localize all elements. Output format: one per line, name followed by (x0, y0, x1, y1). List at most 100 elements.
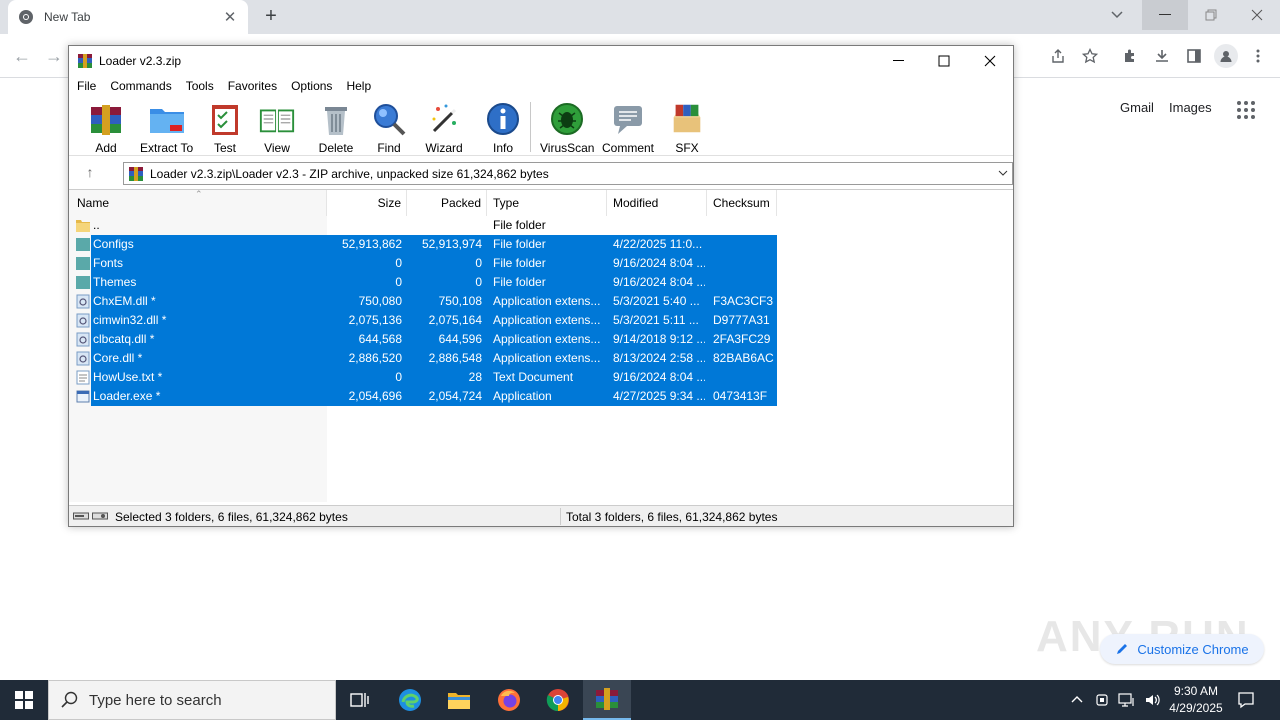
info-icon (484, 100, 522, 138)
cell-size: 644,568 (358, 332, 402, 346)
delete-button[interactable]: Delete (317, 100, 355, 155)
dll-file-icon (76, 313, 90, 328)
profile-avatar-icon[interactable] (1214, 44, 1238, 68)
cell-name: HowUse.txt * (93, 370, 163, 384)
file-row[interactable]: Configs 52,913,862 52,913,974 File folder 4/… (69, 235, 777, 254)
cell-checksum (713, 273, 775, 292)
column-header-size[interactable]: Size (327, 190, 407, 216)
cell-packed: 750,108 (438, 294, 482, 308)
virusscan-button[interactable]: VirusScan (540, 100, 594, 155)
exe-file-icon (76, 389, 90, 404)
find-button[interactable]: Find (370, 100, 408, 155)
menu-tools[interactable]: Tools (186, 79, 214, 93)
cell-name: Core.dll * (93, 351, 143, 365)
add-button[interactable]: Add (87, 100, 125, 155)
status-divider (560, 508, 561, 525)
column-header-packed[interactable]: Packed (407, 190, 487, 216)
file-row[interactable]: Core.dll * 2,886,520 2,886,548 Application … (69, 349, 777, 368)
path-field[interactable]: Loader v2.3.zip\Loader v2.3 - ZIP archiv… (123, 162, 1013, 185)
taskbar-search[interactable]: Type here to search (48, 680, 336, 720)
file-row[interactable]: clbcatq.dll * 644,568 644,596 Application e… (69, 330, 777, 349)
network-icon[interactable] (1118, 692, 1136, 708)
window-titlebar[interactable]: Loader v2.3.zip (69, 46, 1013, 76)
window-close-button[interactable] (967, 46, 1013, 76)
column-header-modified[interactable]: Modified (607, 190, 707, 216)
trash-icon (317, 100, 355, 138)
winrar-window: Loader v2.3.zip File Commands Tools Favo… (68, 45, 1014, 527)
images-link[interactable]: Images (1169, 100, 1212, 115)
firefox-taskbar-button[interactable] (485, 680, 533, 720)
cell-type: Application extens... (493, 332, 601, 346)
menu-options[interactable]: Options (291, 79, 332, 93)
path-dropdown-icon[interactable] (994, 168, 1012, 179)
status-bar: Selected 3 folders, 6 files, 61,324,862 … (69, 505, 1013, 526)
gmail-link[interactable]: Gmail (1120, 100, 1154, 115)
menu-favorites[interactable]: Favorites (228, 79, 277, 93)
comment-icon (609, 100, 647, 138)
browser-close-button[interactable] (1234, 0, 1280, 30)
edge-taskbar-button[interactable] (386, 680, 434, 720)
menu-file[interactable]: File (77, 79, 96, 93)
tab-search-icon[interactable] (1110, 7, 1128, 25)
search-placeholder: Type here to search (89, 691, 222, 709)
google-apps-icon[interactable] (1237, 101, 1255, 119)
file-explorer-taskbar-button[interactable] (435, 680, 483, 720)
sfx-button[interactable]: SFX (668, 100, 706, 155)
folder-icon (76, 218, 90, 233)
extensions-icon[interactable] (1118, 44, 1142, 68)
tray-overflow-icon[interactable] (1070, 693, 1084, 707)
cell-modified: 5/3/2021 5:40 ... (613, 294, 700, 308)
menu-help[interactable]: Help (346, 79, 371, 93)
window-minimize-button[interactable] (876, 46, 922, 76)
download-icon[interactable] (1150, 44, 1174, 68)
start-button[interactable] (0, 680, 48, 720)
file-row[interactable]: ChxEM.dll * 750,080 750,108 Application ext… (69, 292, 777, 311)
cell-type: Application extens... (493, 351, 601, 365)
browser-minimize-button[interactable] (1142, 0, 1188, 30)
new-tab-button[interactable]: + (260, 6, 282, 28)
cell-name: Fonts (93, 256, 124, 270)
file-row[interactable]: Themes 0 0 File folder 9/16/2024 8:04 ... (69, 273, 777, 292)
column-header-checksum[interactable]: Checksum (707, 190, 777, 216)
back-arrow-icon[interactable]: ← (10, 44, 34, 68)
up-folder-icon[interactable]: ↑ (81, 164, 99, 182)
comment-button[interactable]: Comment (602, 100, 654, 155)
file-row[interactable]: cimwin32.dll * 2,075,136 2,075,164 Applicat… (69, 311, 777, 330)
tab-close-icon[interactable]: ✕ (222, 8, 238, 26)
volume-icon[interactable] (1144, 692, 1162, 708)
file-list: Name ⌃ Size Packed Type Modified Checksu… (69, 189, 1013, 502)
system-tray (1070, 680, 1162, 720)
cell-checksum (713, 235, 775, 254)
tray-device-icon[interactable] (1094, 692, 1110, 708)
more-menu-icon[interactable] (1246, 44, 1270, 68)
test-button[interactable]: Test (206, 100, 244, 155)
key-drive-icon[interactable] (92, 511, 108, 521)
file-row[interactable]: Loader.exe * 2,054,696 2,054,724 Applicatio… (69, 387, 777, 406)
menu-commands[interactable]: Commands (110, 79, 171, 93)
file-row[interactable]: Fonts 0 0 File folder 9/16/2024 8:04 ... (69, 254, 777, 273)
column-header-type[interactable]: Type (487, 190, 607, 216)
menu-bar: File Commands Tools Favorites Options He… (69, 76, 385, 96)
file-row[interactable]: HowUse.txt * 0 28 Text Document 9/16/2024 8:… (69, 368, 777, 387)
chrome-taskbar-button[interactable] (534, 680, 582, 720)
forward-arrow-icon[interactable]: → (42, 44, 66, 68)
extract-to-button[interactable]: Extract To (140, 100, 193, 155)
winrar-taskbar-button[interactable] (583, 680, 631, 720)
bookmark-star-icon[interactable] (1078, 44, 1102, 68)
browser-restore-button[interactable] (1188, 0, 1234, 30)
window-maximize-button[interactable] (921, 46, 967, 76)
column-header-name[interactable]: Name ⌃ (69, 189, 327, 216)
taskbar-clock[interactable]: 9:30 AM 4/29/2025 (1164, 683, 1228, 717)
task-view-button[interactable] (336, 680, 384, 720)
side-panel-icon[interactable] (1182, 44, 1206, 68)
notification-icon[interactable] (1236, 690, 1256, 710)
info-button[interactable]: Info (484, 100, 522, 155)
share-icon[interactable] (1046, 44, 1070, 68)
browser-tab[interactable]: New Tab ✕ (8, 0, 248, 34)
cell-modified: 9/16/2024 8:04 ... (613, 275, 705, 289)
view-button[interactable]: View (258, 100, 296, 155)
file-row[interactable]: .. File folder (69, 216, 777, 235)
disk-drive-icon[interactable] (73, 511, 89, 521)
customize-chrome-button[interactable]: Customize Chrome (1100, 634, 1264, 664)
wizard-button[interactable]: Wizard (425, 100, 463, 155)
